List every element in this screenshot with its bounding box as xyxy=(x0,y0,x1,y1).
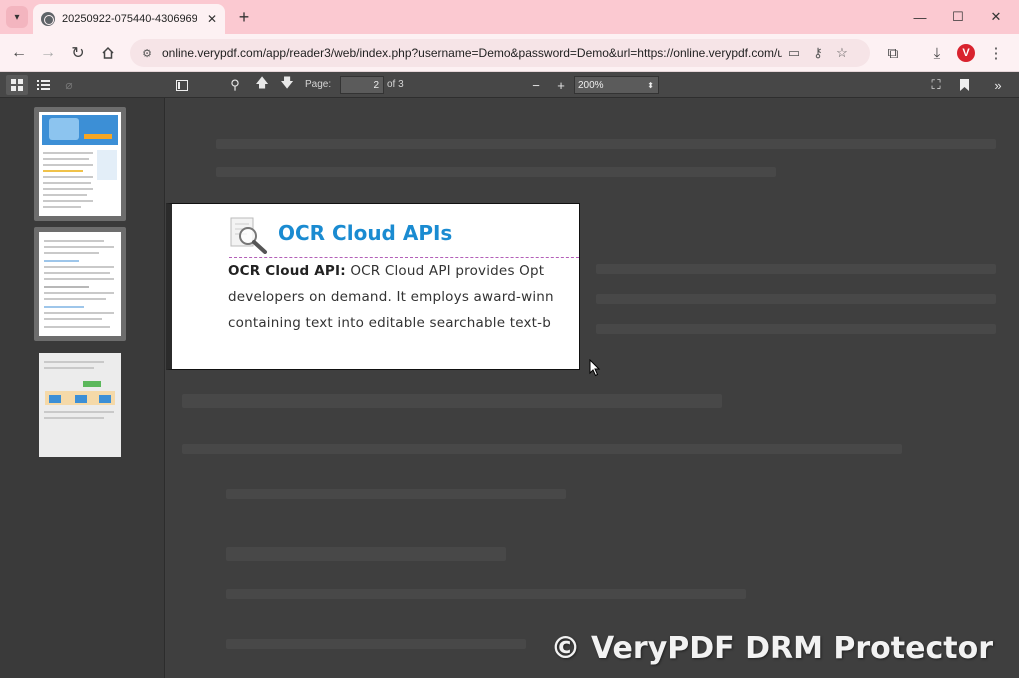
search-icon[interactable]: ⚲ xyxy=(224,75,246,95)
download-icon[interactable]: ⤓ xyxy=(926,42,948,64)
tab-close-icon[interactable]: ✕ xyxy=(207,12,217,26)
thumbnail-image xyxy=(39,353,121,457)
body-line-1: OCR Cloud API: OCR Cloud API provides Op… xyxy=(228,263,579,279)
zoom-value: 200% xyxy=(578,79,604,91)
star-icon[interactable]: ☆ xyxy=(830,45,854,61)
tab-search-button[interactable]: ▾ xyxy=(6,6,28,28)
new-tab-button[interactable]: + xyxy=(233,6,255,28)
magnifier-document-icon xyxy=(230,217,267,254)
fullscreen-icon[interactable]: ⛶ xyxy=(925,75,947,95)
thumbnails-view-icon[interactable] xyxy=(6,75,28,95)
thumbnail-image xyxy=(39,232,121,336)
forward-icon[interactable]: → xyxy=(37,42,59,64)
maximize-button[interactable]: ☐ xyxy=(943,6,973,28)
tab-strip: ▾ 20250922-075440-4306969875 ✕ + — ☐ ✕ xyxy=(0,0,1019,34)
menu-icon[interactable]: ⋮ xyxy=(985,42,1007,64)
viewer-toolbar: ⚲ 🡅 🡇 Page: of 3 − + 200% ⬍ ⛶ » xyxy=(165,72,1019,98)
close-window-button[interactable]: ✕ xyxy=(981,6,1011,28)
section-title: OCR Cloud APIs xyxy=(278,221,453,245)
key-icon[interactable]: ⚷ xyxy=(806,45,830,61)
globe-icon xyxy=(41,12,55,26)
active-tab[interactable]: 20250922-075440-4306969875 ✕ xyxy=(33,4,225,34)
url-text: online.verypdf.com/app/reader3/web/index… xyxy=(162,46,782,60)
back-icon[interactable]: ← xyxy=(8,42,30,64)
chevron-down-icon: ▾ xyxy=(14,11,20,23)
drm-watermark: © VeryPDF DRM Protector xyxy=(550,631,993,666)
profile-avatar[interactable]: V xyxy=(955,42,977,64)
document-area: OCR Cloud APIs OCR Cloud API: OCR Cloud … xyxy=(166,99,1019,678)
vivaldi-icon: V xyxy=(957,44,975,62)
page-thumbnail-1[interactable] xyxy=(34,107,126,221)
tools-menu-icon[interactable]: » xyxy=(987,75,1009,95)
page-count-label: of 3 xyxy=(387,79,404,90)
zoom-out-button[interactable]: − xyxy=(525,75,547,95)
home-icon[interactable] xyxy=(97,42,119,64)
sidebar-toolbar: ⌀ xyxy=(0,72,165,98)
pdf-viewer: ⌀ ⚲ 🡅 🡇 Page: 2 of 3 − + 200% ⬍ ⛶ » OCR … xyxy=(0,72,1019,678)
address-bar[interactable]: ⚙ online.verypdf.com/app/reader3/web/ind… xyxy=(130,39,870,67)
clipboard-icon[interactable]: ▭ xyxy=(782,45,806,61)
page-thumbnail-3[interactable] xyxy=(34,348,126,462)
outline-view-icon[interactable] xyxy=(32,75,54,95)
mouse-cursor-icon xyxy=(589,359,601,377)
term-label: OCR Cloud API: xyxy=(228,263,346,279)
page-number-input[interactable] xyxy=(340,76,384,94)
thumbnail-image xyxy=(39,112,121,216)
next-page-icon[interactable]: 🡇 xyxy=(276,75,298,95)
thumbnail-sidebar: ⌀ xyxy=(0,72,165,678)
updown-arrow-icon: ⬍ xyxy=(647,80,654,90)
zoom-select[interactable]: 200% ⬍ xyxy=(574,76,659,94)
attachments-icon[interactable]: ⌀ xyxy=(58,75,80,95)
tab-title: 20250922-075440-4306969875 xyxy=(62,13,197,25)
bookmark-icon[interactable] xyxy=(953,75,975,95)
previous-page-icon[interactable]: 🡅 xyxy=(251,75,273,95)
body-line-1-text: OCR Cloud API provides Opt xyxy=(345,263,545,279)
extensions-icon[interactable]: ⧉ xyxy=(882,42,904,64)
body-line-2: developers on demand. It employs award-w… xyxy=(228,289,554,305)
sidebar-toggle-icon[interactable] xyxy=(171,75,193,95)
body-line-3: containing text into editable searchable… xyxy=(228,315,551,331)
zoom-in-button[interactable]: + xyxy=(550,75,572,95)
title-divider xyxy=(229,257,579,258)
page-label: Page: xyxy=(305,79,332,90)
site-info-icon[interactable]: ⚙ xyxy=(136,47,158,60)
navigation-bar: ← → ↻ ⚙ online.verypdf.com/app/reader3/w… xyxy=(0,34,1019,72)
page-thumbnail-2[interactable] xyxy=(34,227,126,341)
page-snippet: OCR Cloud APIs OCR Cloud API: OCR Cloud … xyxy=(166,203,580,370)
minimize-button[interactable]: — xyxy=(905,6,935,28)
reload-icon[interactable]: ↻ xyxy=(67,42,89,64)
